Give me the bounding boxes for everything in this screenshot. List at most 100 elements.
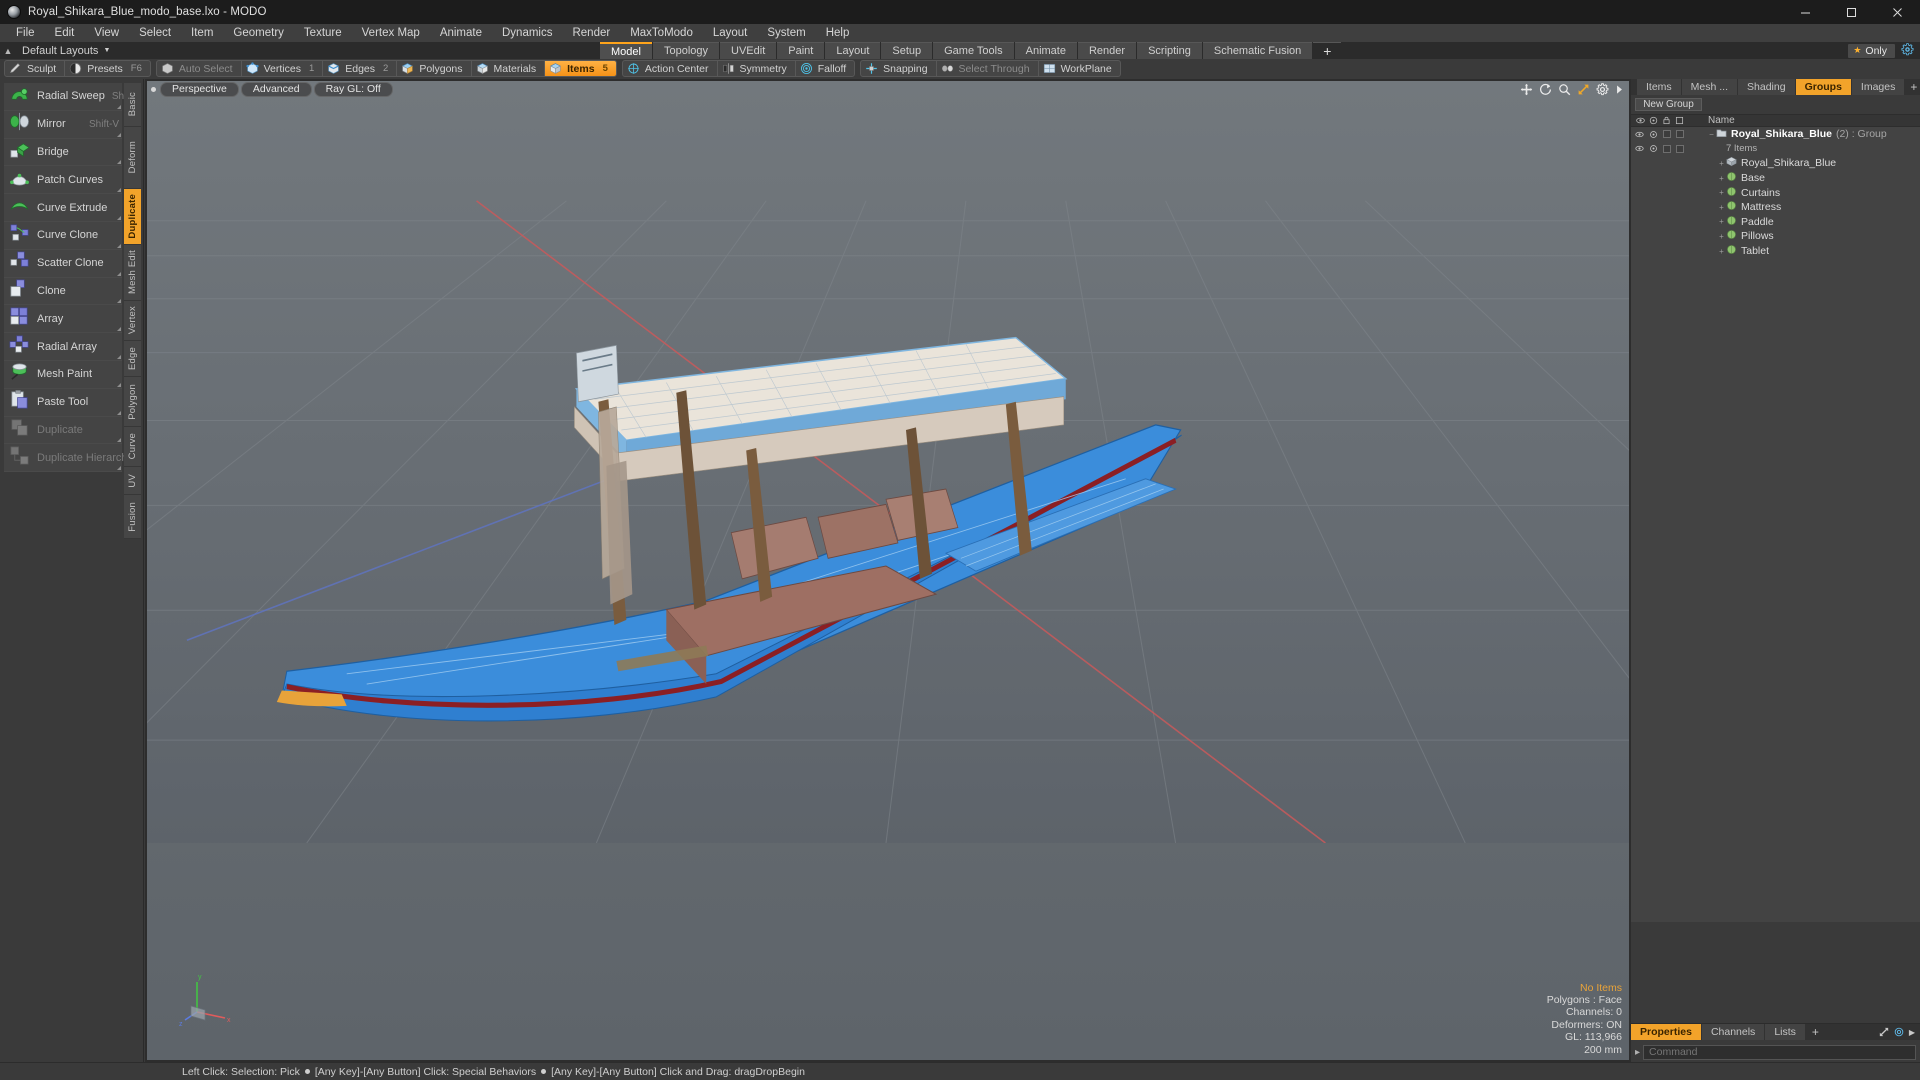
tool-category-curve[interactable]: Curve: [124, 427, 141, 467]
eye-icon[interactable]: [1636, 116, 1645, 125]
zoom-icon[interactable]: [1558, 83, 1571, 96]
mode-button-auto-select[interactable]: Auto Select: [157, 61, 241, 76]
mode-button-edges[interactable]: Edges 2: [322, 61, 396, 76]
tool-scatter-clone[interactable]: Scatter Clone: [4, 249, 122, 278]
default-layouts-dropdown[interactable]: Default Layouts ▼: [16, 45, 116, 57]
tool-popup-corner[interactable]: [117, 410, 121, 415]
eye-icon[interactable]: [1635, 144, 1644, 153]
eye-icon[interactable]: [1635, 130, 1644, 139]
tool-category-uv[interactable]: UV: [124, 467, 141, 495]
tool-mirror[interactable]: Mirror Shift-V: [4, 110, 122, 139]
render-icon[interactable]: [1649, 130, 1658, 139]
tree-twisty[interactable]: +: [1717, 217, 1726, 226]
tool-category-mesh-edit[interactable]: Mesh Edit: [124, 245, 141, 301]
properties-tab-properties[interactable]: Properties: [1631, 1024, 1701, 1040]
menu-item-help[interactable]: Help: [816, 24, 860, 42]
tool-category-duplicate[interactable]: Duplicate: [124, 189, 141, 245]
tree-item-royal-shikara-blue[interactable]: + Royal_Shikara_Blue: [1631, 156, 1920, 171]
tree-twisty-open[interactable]: −: [1707, 130, 1716, 139]
mode-button-polygons[interactable]: Polygons: [396, 61, 470, 76]
tool-paste-tool[interactable]: Paste Tool: [4, 388, 122, 417]
close-icon[interactable]: [1874, 0, 1920, 24]
fit-icon[interactable]: [1879, 1027, 1889, 1037]
properties-tab-channels[interactable]: Channels: [1701, 1024, 1765, 1040]
select-checkbox[interactable]: [1676, 144, 1684, 153]
tool-popup-corner[interactable]: [117, 382, 121, 387]
rotate-icon[interactable]: [1539, 83, 1552, 96]
gear-icon[interactable]: [1901, 43, 1914, 58]
mode-button-workplane[interactable]: WorkPlane: [1037, 61, 1120, 76]
tree-twisty[interactable]: +: [1717, 203, 1726, 212]
perspective-viewport[interactable]: Perspective Advanced Ray GL: Off y x z N…: [147, 81, 1629, 1060]
minimize-icon[interactable]: [1782, 0, 1828, 24]
tree-item-royal-shikara-blue[interactable]: − Royal_Shikara_Blue (2) : Group: [1631, 127, 1920, 142]
mode-button-materials[interactable]: Materials: [470, 61, 545, 76]
tab-setup[interactable]: Setup: [881, 42, 933, 59]
tab-animate[interactable]: Animate: [1014, 42, 1077, 59]
mode-button-select-through[interactable]: Select Through: [935, 61, 1038, 76]
mode-button-falloff[interactable]: Falloff: [794, 61, 854, 76]
menu-item-geometry[interactable]: Geometry: [223, 24, 294, 42]
right-tab-shading[interactable]: Shading: [1738, 79, 1795, 95]
lock-icon[interactable]: [1662, 116, 1671, 125]
tool-popup-corner[interactable]: [117, 104, 121, 109]
mode-button-vertices[interactable]: Vertices 1: [240, 61, 323, 76]
menu-item-system[interactable]: System: [757, 24, 815, 42]
right-tab-items[interactable]: Items: [1637, 79, 1681, 95]
menu-item-texture[interactable]: Texture: [294, 24, 352, 42]
tool-category-fusion[interactable]: Fusion: [124, 495, 141, 539]
mode-button-action-center[interactable]: Action Center: [623, 61, 717, 76]
chevron-right-icon[interactable]: ▶: [1909, 1028, 1915, 1037]
tool-popup-corner[interactable]: [117, 243, 121, 248]
tab-model[interactable]: Model: [600, 42, 652, 59]
fit-icon[interactable]: [1577, 83, 1590, 96]
tree-item-mattress[interactable]: + Mattress: [1631, 200, 1920, 215]
tool-popup-corner[interactable]: [117, 188, 121, 193]
tab-layout[interactable]: Layout: [825, 42, 881, 59]
menu-item-dynamics[interactable]: Dynamics: [492, 24, 562, 42]
right-tab-mesh[interactable]: Mesh ...: [1681, 79, 1738, 95]
tool-popup-corner[interactable]: [117, 160, 121, 165]
tree-twisty[interactable]: +: [1717, 188, 1726, 197]
properties-tab-lists[interactable]: Lists: [1765, 1024, 1805, 1040]
tool-radial-array[interactable]: Radial Array: [4, 333, 122, 361]
tree-item-curtains[interactable]: + Curtains: [1631, 185, 1920, 200]
tree-item-count[interactable]: 7 Items: [1631, 142, 1920, 157]
viewport-button-advanced[interactable]: Advanced: [240, 81, 312, 97]
tool-radial-sweep[interactable]: Radial SweepShift-L: [4, 83, 141, 111]
tool-popup-corner[interactable]: [117, 466, 121, 471]
tool-category-edge[interactable]: Edge: [124, 341, 141, 377]
tool-curve-extrude[interactable]: Curve Extrude: [4, 194, 122, 222]
tree-item-tablet[interactable]: + Tablet: [1631, 244, 1920, 259]
menu-item-render[interactable]: Render: [562, 24, 620, 42]
command-input[interactable]: [1643, 1044, 1916, 1060]
tab-uvedit[interactable]: UVEdit: [720, 42, 777, 59]
select-icon[interactable]: [1675, 116, 1684, 125]
tool-array[interactable]: Array: [4, 305, 122, 334]
menu-item-vertex-map[interactable]: Vertex Map: [352, 24, 430, 42]
lock-checkbox[interactable]: [1663, 144, 1671, 153]
tool-category-polygon[interactable]: Polygon: [124, 377, 141, 427]
only-toggle[interactable]: ★ Only: [1848, 43, 1895, 58]
right-tab-[interactable]: +: [1905, 79, 1920, 95]
mode-button-snapping[interactable]: Snapping: [861, 61, 935, 76]
mode-button-items[interactable]: Items 5: [544, 61, 616, 76]
mode-button-presets[interactable]: Presets F6: [64, 61, 150, 76]
tool-popup-corner[interactable]: [117, 354, 121, 359]
add-tab-button[interactable]: +: [1313, 42, 1342, 59]
tree-twisty[interactable]: +: [1717, 174, 1726, 183]
mode-button-symmetry[interactable]: Symmetry: [716, 61, 795, 76]
tool-category-basic[interactable]: Basic: [124, 83, 141, 127]
menu-item-edit[interactable]: Edit: [45, 24, 85, 42]
menu-item-maxtomodo[interactable]: MaxToModo: [620, 24, 703, 42]
tree-item-pillows[interactable]: + Pillows: [1631, 229, 1920, 244]
viewport-button-ray-gl-off[interactable]: Ray GL: Off: [313, 81, 393, 97]
tool-clone[interactable]: Clone: [4, 277, 122, 306]
maximize-icon[interactable]: [1828, 0, 1874, 24]
tab-paint[interactable]: Paint: [777, 42, 825, 59]
lock-checkbox[interactable]: [1663, 130, 1671, 139]
gear-icon[interactable]: [1596, 83, 1609, 96]
tab-scripting[interactable]: Scripting: [1137, 42, 1202, 59]
viewport-menu-dot[interactable]: [151, 86, 156, 92]
tree-item-base[interactable]: + Base: [1631, 171, 1920, 186]
